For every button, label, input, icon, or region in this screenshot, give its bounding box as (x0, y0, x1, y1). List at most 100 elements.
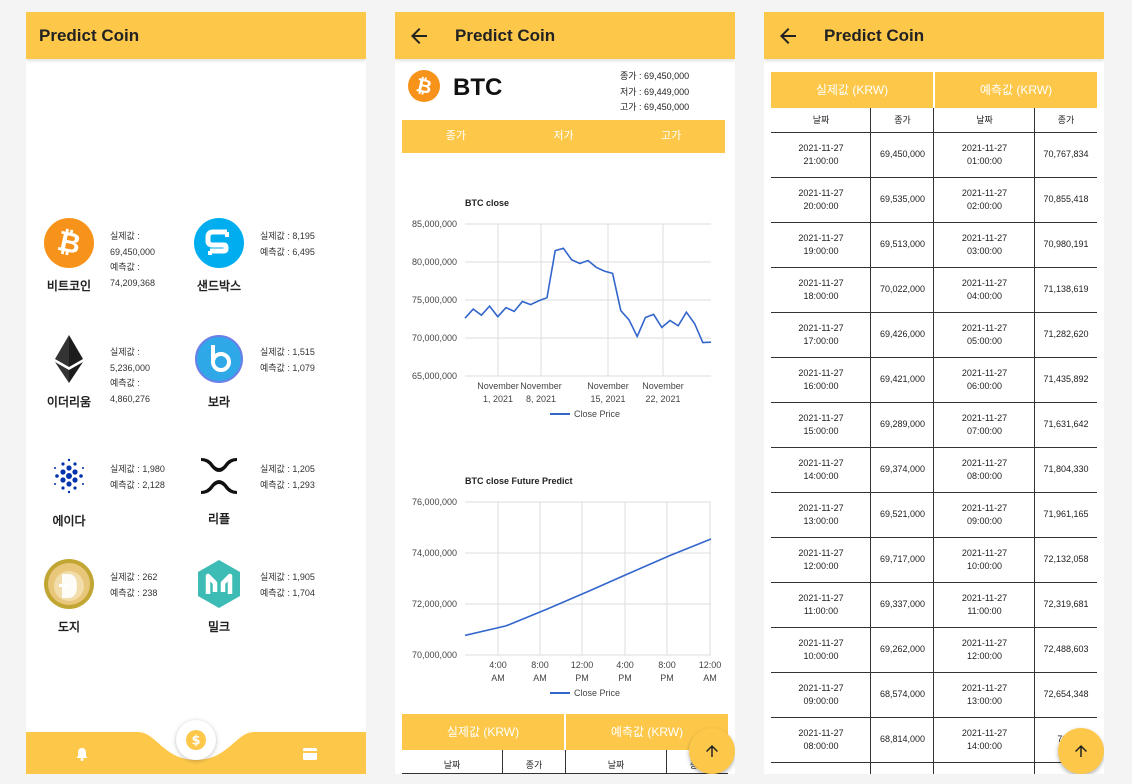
table-cell: 2021-11-27 18:00:00 (798, 277, 844, 301)
table-cell: 70,767,834 (1043, 149, 1089, 159)
actual-value: 5,236,000 (110, 362, 151, 373)
back-arrow-icon[interactable] (407, 24, 431, 48)
x-tick-label: 4:00 PM (616, 660, 634, 683)
table-cell: 2021-11-27 08:00:00 (961, 457, 1008, 481)
table-cell: 69,421,000 (879, 374, 926, 384)
predict-group-header: 예측값 (KRW) (935, 72, 1097, 108)
column-header: 종가 (894, 114, 911, 125)
y-tick-label: 65,000,000 (412, 371, 457, 381)
app-title: Predict Coin (39, 25, 140, 45)
predicted-value: 예측값 : 1,079 (260, 362, 315, 373)
table-cell: 2021-11-27 04:00:00 (961, 277, 1008, 301)
cardano-icon (54, 458, 84, 494)
table-cell: 72,132,058 (1043, 554, 1089, 564)
table-cell: 69,521,000 (879, 509, 926, 519)
coin-home-button[interactable]: $ (176, 720, 216, 760)
actual-value: 실제값 : 8,195 (260, 231, 315, 241)
table-cell: 2021-11-27 08:00:00 (798, 727, 844, 751)
x-tick-label: 8:00 PM (658, 660, 676, 683)
column-header: 날짜 (976, 114, 993, 125)
table-cell: 2021-11-27 07:00:00 (961, 412, 1008, 436)
actual-value: 69,450,000 (110, 246, 156, 257)
table-cell: 72,488,603 (1043, 644, 1089, 654)
btc-close-chart: BTC close 85,000,000 80,000,000 75,000,000 7… (412, 198, 712, 419)
arrow-up-icon (1075, 745, 1087, 757)
btc-predict-chart: BTC close Future Predict 76,000,000 74,000… (412, 476, 721, 698)
y-tick-label: 70,000,000 (412, 650, 457, 660)
predicted-value: 예측값 : 1,293 (260, 479, 315, 490)
col-close-actual: 종가 (525, 760, 543, 770)
tab-low[interactable]: 저가 (510, 120, 618, 153)
column-divider (1034, 108, 1035, 774)
table-cell: 2021-11-27 12:00:00 (961, 637, 1008, 661)
actual-value: 실제값 : (110, 347, 140, 357)
table-cell: 2021-11-27 13:00:00 (961, 682, 1008, 706)
table-cell: 2021-11-27 09:00:00 (798, 682, 844, 706)
x-tick-label: November 8, 2021 (520, 381, 562, 404)
table-cell: 2021-11-27 19:00:00 (798, 232, 844, 256)
ripple-icon (201, 458, 237, 494)
actual-value: 실제값 : 262 (110, 572, 158, 582)
back-arrow-icon[interactable] (776, 24, 800, 48)
actual-value: 실제값 : 1,980 (110, 464, 165, 474)
low-price-label: 저가 : 69,449,000 (620, 86, 690, 97)
app-title: Predict Coin (824, 25, 925, 45)
x-tick-label: 12:00 PM (571, 660, 594, 683)
y-tick-label: 76,000,000 (412, 497, 457, 507)
y-tick-label: 72,000,000 (412, 599, 457, 609)
table-cell: 2021-11-27 14:00:00 (798, 457, 844, 481)
table-cell: 68,814,000 (879, 734, 926, 744)
x-tick-label: November 15, 2021 (587, 381, 629, 404)
coin-item-6[interactable]: 도지 실제값 : 262 예측값 : 238 (26, 558, 176, 648)
coin-icon: $ (186, 730, 206, 750)
coin-name: 리플 (207, 512, 231, 526)
predicted-value: 74,209,368 (110, 277, 156, 288)
table-cell: 70,980,191 (1043, 239, 1089, 249)
y-tick-label: 85,000,000 (412, 219, 457, 229)
column-header: 날짜 (812, 114, 830, 125)
table-cell: 71,435,892 (1043, 374, 1089, 384)
app-bar: Predict Coin (764, 12, 1104, 59)
coin-item-0[interactable]: ₿ 비트코인 실제값 : 69,450,000 예측값 : 74,209,368 (26, 217, 176, 307)
coin-item-2[interactable]: 이더리움 실제값 : 5,236,000 예측값 : 4,860,276 (26, 333, 176, 423)
coin-item-1[interactable]: 샌드박스 실제값 : 8,195 예측값 : 6,495 (176, 217, 326, 307)
table-cell: 69,289,000 (879, 419, 926, 429)
ethereum-icon (55, 335, 83, 383)
predicted-value: 예측값 : 1,704 (260, 587, 315, 598)
table-cell: 2021-11-27 11:00:00 (961, 592, 1008, 616)
table-cell: 69,450,000 (879, 149, 926, 159)
tab-high[interactable]: 고가 (617, 120, 725, 153)
app-title: Predict Coin (455, 25, 556, 45)
predicted-value: 예측값 : (110, 378, 140, 388)
coin-item-7[interactable]: 밀크 실제값 : 1,905 예측값 : 1,704 (176, 558, 326, 648)
scroll-top-button[interactable] (1058, 728, 1104, 774)
y-tick-label: 70,000,000 (412, 333, 457, 343)
legend-label: Close Price (574, 688, 620, 698)
coin-name: 도지 (57, 620, 81, 634)
chart-title: BTC close (465, 198, 509, 208)
coin-item-3[interactable]: 보라 실제값 : 1,515 예측값 : 1,079 (176, 333, 326, 423)
table-cell: 2021-11-27 11:00:00 (798, 592, 844, 616)
coin-item-4[interactable]: 에이다 실제값 : 1,980 예측값 : 2,128 (26, 450, 176, 540)
tab-close[interactable]: 종가 (402, 120, 510, 153)
table-cell: 2021-11-27 10:00:00 (798, 637, 844, 661)
x-tick-label: 8:00 AM (531, 660, 549, 683)
table-cell: 69,717,000 (879, 554, 926, 564)
table-cell: 71,961,165 (1043, 509, 1089, 519)
predicted-value: 예측값 : (110, 262, 140, 272)
card-icon[interactable] (302, 747, 318, 761)
y-tick-label: 80,000,000 (412, 257, 457, 267)
table-cell: 2021-11-27 15:00:00 (798, 412, 844, 436)
predicted-value: 예측값 : 6,495 (260, 246, 315, 257)
coin-item-5[interactable]: 리플 실제값 : 1,205 예측값 : 1,293 (176, 450, 326, 540)
table-cell: 69,337,000 (879, 599, 926, 609)
bell-icon[interactable] (74, 746, 90, 762)
scroll-top-button[interactable] (689, 728, 735, 774)
table-cell: 2021-11-27 17:00:00 (798, 322, 844, 346)
table-cell: 2021-11-27 01:00:00 (961, 142, 1008, 166)
table-cell: 2021-11-27 12:00:00 (798, 547, 844, 571)
column-divider (870, 108, 871, 774)
table-cell: 68,574,000 (879, 689, 926, 699)
coin-name: 샌드박스 (196, 279, 242, 293)
table-cell: 2021-11-27 16:00:00 (798, 367, 844, 391)
